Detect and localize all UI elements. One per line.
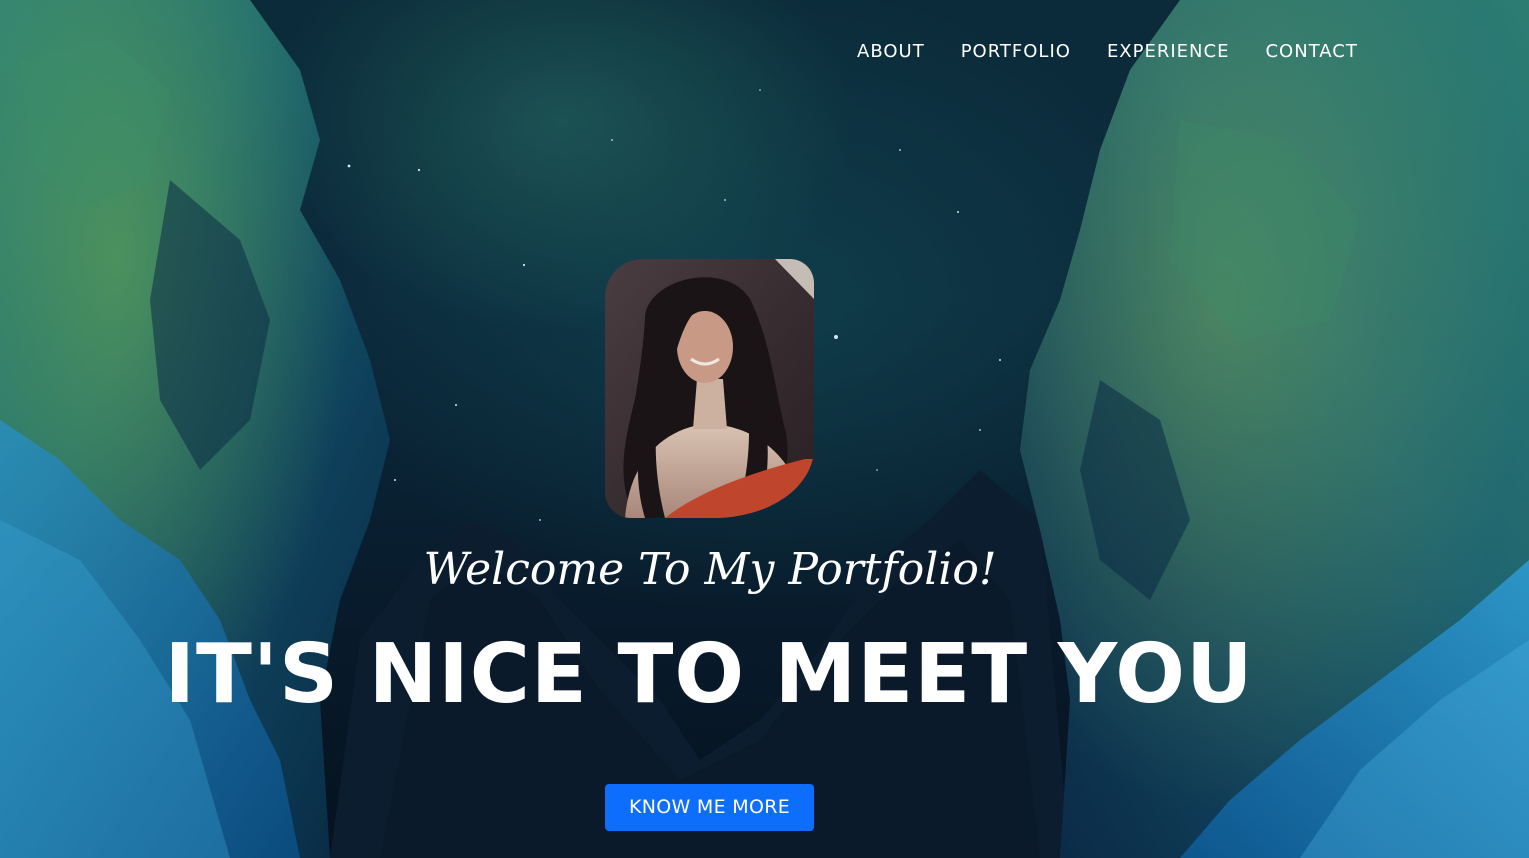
know-me-more-button[interactable]: KNOW ME MORE: [605, 784, 814, 831]
main-headline: IT'S NICE TO MEET YOU: [164, 627, 1254, 722]
main-nav: ABOUT PORTFOLIO EXPERIENCE CONTACT: [857, 40, 1358, 64]
nav-item-experience[interactable]: EXPERIENCE: [1107, 40, 1230, 64]
nav-item-about[interactable]: ABOUT: [857, 40, 925, 64]
nav-item-contact[interactable]: CONTACT: [1265, 40, 1357, 64]
hero-section: ABOUT PORTFOLIO EXPERIENCE CONTACT Welco…: [0, 0, 1529, 858]
profile-photo: [605, 259, 814, 518]
welcome-heading: Welcome To My Portfolio!: [423, 544, 997, 595]
nav-item-portfolio[interactable]: PORTFOLIO: [961, 40, 1071, 64]
profile-photo-icon: [605, 259, 814, 518]
